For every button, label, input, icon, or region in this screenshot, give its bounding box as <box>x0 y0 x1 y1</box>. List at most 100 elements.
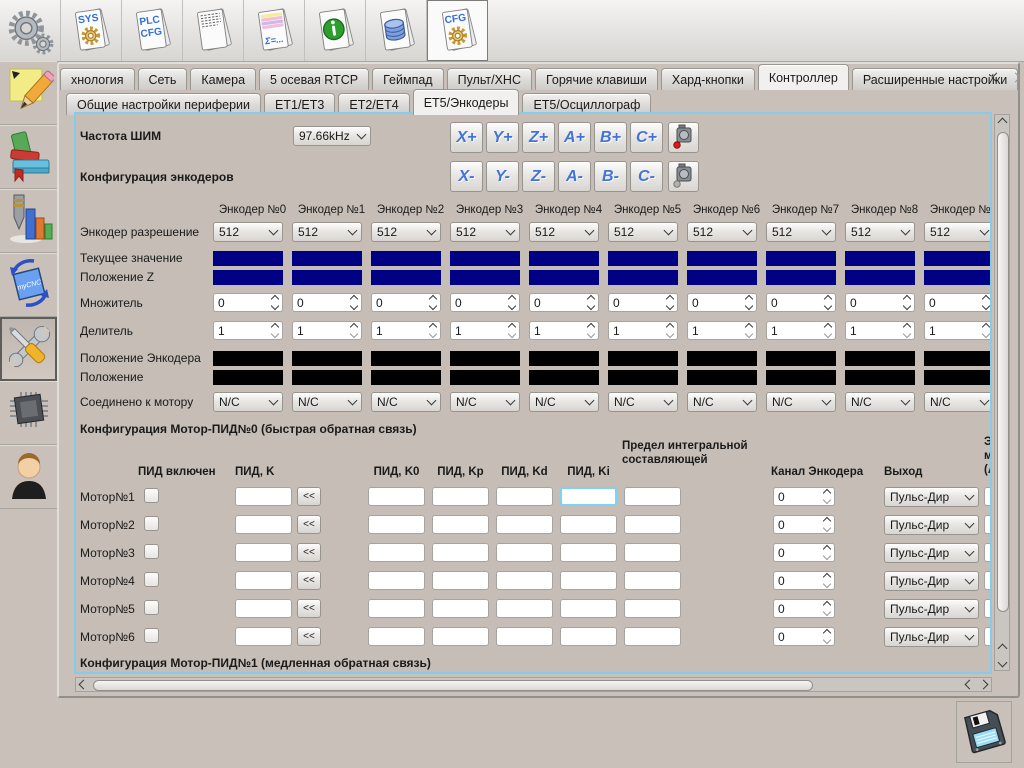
multiplier-spinner[interactable]: 0 <box>608 293 678 312</box>
spin-down-icon[interactable] <box>824 330 832 338</box>
pid-kd-input[interactable] <box>496 543 553 562</box>
divider-spinner[interactable]: 1 <box>213 321 283 340</box>
pid-k0-input[interactable] <box>368 487 425 506</box>
pid-enabled-checkbox[interactable] <box>144 488 159 503</box>
output-type-select[interactable]: Пульс-Дир <box>884 515 979 535</box>
connected-motor-select[interactable]: N/C <box>529 392 599 412</box>
main-tab[interactable]: Камера <box>190 68 256 90</box>
pid-enabled-checkbox[interactable] <box>144 516 159 531</box>
main-tab[interactable]: Геймпад <box>372 68 443 90</box>
connected-motor-select[interactable]: N/C <box>608 392 678 412</box>
divider-spinner[interactable]: 1 <box>529 321 599 340</box>
spin-down-icon[interactable] <box>429 302 437 310</box>
pid-kd-input[interactable] <box>496 627 553 646</box>
spin-down-icon[interactable] <box>982 330 990 338</box>
encoder-channel-spinner[interactable]: 0 <box>773 673 835 674</box>
sidebar-item-notes[interactable] <box>0 61 57 125</box>
multiplier-spinner[interactable]: 0 <box>687 293 757 312</box>
macro-list-button[interactable]: Σ=... <box>244 0 305 61</box>
main-tab[interactable]: Пульт/XHC <box>447 68 532 90</box>
save-button[interactable] <box>956 701 1012 763</box>
resolution-select[interactable]: 512 <box>450 222 520 242</box>
copy-back-button[interactable]: << <box>297 627 321 646</box>
axis-minus-button[interactable]: X- <box>450 161 483 192</box>
motor-jog-minus-button[interactable] <box>668 161 699 192</box>
resolution-select[interactable]: 512 <box>687 222 757 242</box>
system-settings-button[interactable] <box>0 0 61 61</box>
output-type-select[interactable]: Пульс-Дир <box>884 543 979 563</box>
connected-motor-select[interactable]: N/C <box>213 392 283 412</box>
spin-down-icon[interactable] <box>823 496 831 504</box>
main-tab[interactable]: хнология <box>60 68 135 90</box>
resolution-select[interactable]: 512 <box>292 222 362 242</box>
pid-kd-input[interactable] <box>496 571 553 590</box>
clipped-select[interactable] <box>984 627 992 646</box>
cfg-config-button[interactable]: CFG <box>427 0 488 61</box>
pid-kp-input[interactable] <box>432 599 489 618</box>
axis-plus-button[interactable]: B+ <box>594 122 627 153</box>
pid-kd-input[interactable] <box>496 673 553 674</box>
sidebar-item-stats[interactable] <box>0 189 57 253</box>
pid-k-input[interactable] <box>235 673 292 674</box>
info-button[interactable] <box>305 0 366 61</box>
spin-down-icon[interactable] <box>823 580 831 588</box>
resolution-select[interactable]: 512 <box>766 222 836 242</box>
encoder-channel-spinner[interactable]: 0 <box>773 543 835 562</box>
motor-jog-plus-button[interactable] <box>668 122 699 153</box>
tab-scroll-left-button[interactable] <box>990 70 1003 84</box>
horizontal-scroll-thumb[interactable] <box>93 680 813 691</box>
spin-down-icon[interactable] <box>745 302 753 310</box>
clipped-select[interactable] <box>984 673 992 674</box>
output-type-select[interactable]: Пульс-Дир <box>884 599 979 619</box>
axis-minus-button[interactable]: A- <box>558 161 591 192</box>
divider-spinner[interactable]: 1 <box>766 321 836 340</box>
spin-down-icon[interactable] <box>823 524 831 532</box>
pid-k-input[interactable] <box>235 543 292 562</box>
scroll-up-button-bottom[interactable] <box>996 642 1009 655</box>
spin-down-icon[interactable] <box>666 302 674 310</box>
pid-k-input[interactable] <box>235 599 292 618</box>
sidebar-item-hardware[interactable] <box>0 381 57 445</box>
pid-integral-limit-input[interactable] <box>624 627 681 646</box>
clipped-select[interactable] <box>984 487 992 506</box>
sidebar-item-user[interactable] <box>0 445 57 509</box>
pid-ki-input[interactable] <box>560 673 617 674</box>
pid-integral-limit-input[interactable] <box>624 515 681 534</box>
spin-down-icon[interactable] <box>824 302 832 310</box>
divider-spinner[interactable]: 1 <box>845 321 915 340</box>
output-type-select[interactable]: Пульс-Дир <box>884 487 979 507</box>
resolution-select[interactable]: 512 <box>213 222 283 242</box>
output-type-select[interactable]: Пульс-Дир <box>884 571 979 591</box>
plc-config-button[interactable]: PLC CFG <box>122 0 183 61</box>
sidebar-item-settings[interactable] <box>0 317 57 381</box>
multiplier-spinner[interactable]: 0 <box>213 293 283 312</box>
divider-spinner[interactable]: 1 <box>450 321 520 340</box>
main-tab[interactable]: Сеть <box>138 68 188 90</box>
clipped-select[interactable] <box>984 571 992 590</box>
pid-k0-input[interactable] <box>368 673 425 674</box>
copy-back-button[interactable]: << <box>297 599 321 618</box>
pid-ki-input[interactable] <box>560 599 617 618</box>
divider-spinner[interactable]: 1 <box>608 321 678 340</box>
spin-down-icon[interactable] <box>508 330 516 338</box>
output-type-select[interactable]: Пульс-Дир <box>884 627 979 647</box>
pid-integral-limit-input[interactable] <box>624 571 681 590</box>
text-document-button[interactable] <box>183 0 244 61</box>
spin-down-icon[interactable] <box>587 302 595 310</box>
connected-motor-select[interactable]: N/C <box>845 392 915 412</box>
pid-enabled-checkbox[interactable] <box>144 544 159 559</box>
pid-integral-limit-input[interactable] <box>624 487 681 506</box>
pid-k-input[interactable] <box>235 571 292 590</box>
connected-motor-select[interactable]: N/C <box>687 392 757 412</box>
pid-k-input[interactable] <box>235 627 292 646</box>
pid-ki-input[interactable] <box>560 543 617 562</box>
scroll-left-button[interactable] <box>77 678 90 691</box>
sidebar-item-docs[interactable] <box>0 125 57 189</box>
connected-motor-select[interactable]: N/C <box>450 392 520 412</box>
pid-k-input[interactable] <box>235 487 292 506</box>
encoder-channel-spinner[interactable]: 0 <box>773 515 835 534</box>
scroll-right-button[interactable] <box>977 678 990 691</box>
axis-minus-button[interactable]: Y- <box>486 161 519 192</box>
spin-down-icon[interactable] <box>271 302 279 310</box>
pid-kd-input[interactable] <box>496 599 553 618</box>
